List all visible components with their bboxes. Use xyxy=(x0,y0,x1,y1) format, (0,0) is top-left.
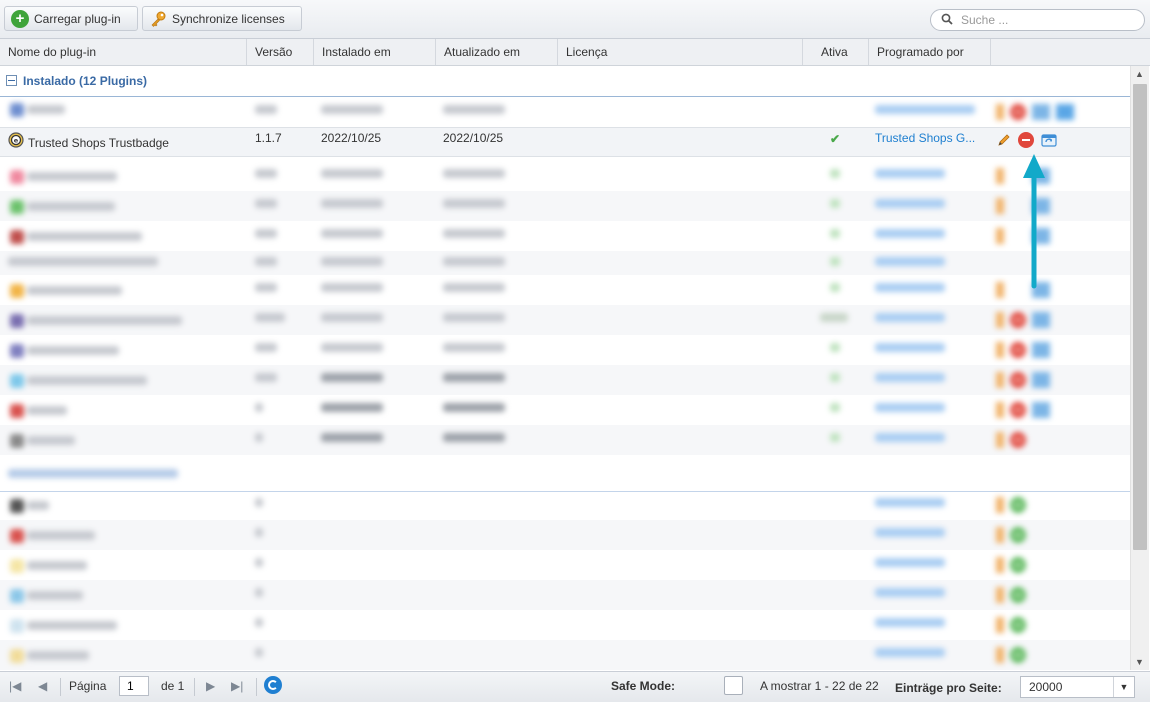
table-row[interactable] xyxy=(0,550,1130,580)
table-row[interactable] xyxy=(0,251,1130,275)
table-row[interactable] xyxy=(0,610,1130,640)
table-row[interactable] xyxy=(0,425,1130,455)
column-header-updated[interactable]: Atualizado em xyxy=(436,39,558,65)
chevron-down-icon[interactable]: ▼ xyxy=(1113,677,1134,697)
trustbadge-icon: e xyxy=(8,129,24,159)
column-header-author[interactable]: Programado por xyxy=(869,39,991,65)
toolbar: + Carregar plug-in Synchronize licenses xyxy=(0,0,1150,39)
column-header-name[interactable]: Nome do plug-in xyxy=(0,39,247,65)
scroll-up-icon[interactable]: ▲ xyxy=(1135,69,1144,79)
table-row[interactable] xyxy=(0,520,1130,550)
grid-header: Nome do plug-in Versão Instalado em Atua… xyxy=(0,39,1150,66)
sync-licenses-button[interactable]: Synchronize licenses xyxy=(142,6,302,31)
annotation-arrow xyxy=(1022,152,1046,292)
page-count-label: de 1 xyxy=(161,679,185,693)
table-row[interactable] xyxy=(0,191,1130,221)
table-row[interactable] xyxy=(0,490,1130,520)
column-header-active[interactable]: Ativa xyxy=(803,39,869,65)
group-header-installed[interactable]: Instalado (12 Plugins) xyxy=(0,66,1130,97)
next-page-icon[interactable]: ▶ xyxy=(206,679,215,693)
search-input[interactable] xyxy=(959,12,1133,28)
group-header-uninstalled[interactable] xyxy=(0,461,1130,492)
table-row-selected[interactable]: e Trusted Shops Trustbadge 1.1.7 2022/10… xyxy=(0,127,1130,157)
key-icon xyxy=(149,10,167,28)
page-label: Página xyxy=(69,679,107,693)
prev-page-icon[interactable]: ◀ xyxy=(38,679,47,693)
scroll-thumb[interactable] xyxy=(1133,84,1147,550)
plugin-name: Trusted Shops Trustbadge xyxy=(28,136,169,150)
scroll-down-icon[interactable]: ▼ xyxy=(1135,657,1144,667)
svg-text:e: e xyxy=(14,136,19,144)
table-row[interactable] xyxy=(0,275,1130,305)
refresh-icon[interactable] xyxy=(264,676,282,694)
uninstall-icon[interactable] xyxy=(1018,132,1034,148)
plugin-updated-date: 2022/10/25 xyxy=(443,131,504,145)
plugin-icon xyxy=(10,97,66,127)
safe-mode-checkbox[interactable] xyxy=(724,676,743,695)
showing-range-label: A mostrar 1 - 22 de 22 xyxy=(760,679,879,693)
update-icon[interactable] xyxy=(1040,132,1058,148)
entries-per-page-value: 20000 xyxy=(1029,680,1063,694)
table-row[interactable] xyxy=(0,161,1130,191)
table-row[interactable] xyxy=(0,640,1130,670)
plugin-grid: Instalado (12 Plugins) e Trusted Shops T… xyxy=(0,66,1130,670)
table-row[interactable] xyxy=(0,97,1130,127)
plus-icon: + xyxy=(11,9,29,28)
plugin-version: 1.1.7 xyxy=(255,131,282,145)
last-page-icon[interactable]: ▶| xyxy=(231,679,243,693)
entries-per-page-select[interactable]: 20000 ▼ xyxy=(1020,676,1135,698)
table-row[interactable] xyxy=(0,305,1130,335)
collapse-icon[interactable] xyxy=(6,75,17,86)
column-header-version[interactable]: Versão xyxy=(247,39,314,65)
table-row[interactable] xyxy=(0,365,1130,395)
group-installed-label: Instalado (12 Plugins) xyxy=(23,74,148,88)
column-header-actions xyxy=(991,39,1150,65)
paging-toolbar: |◀ ◀ Página de 1 ▶ ▶| Safe Mode: A mostr… xyxy=(0,671,1150,702)
plugin-author-link[interactable]: Trusted Shops G... xyxy=(875,128,975,158)
page-number-input[interactable] xyxy=(119,676,149,696)
table-row[interactable] xyxy=(0,580,1130,610)
table-row[interactable] xyxy=(0,335,1130,365)
column-header-license[interactable]: Licença xyxy=(558,39,803,65)
vertical-scrollbar[interactable]: ▲ ▼ xyxy=(1130,66,1149,670)
active-check-icon: ✔ xyxy=(830,132,841,146)
table-row[interactable] xyxy=(0,395,1130,425)
plugin-installed-date: 2022/10/25 xyxy=(321,131,382,145)
search-icon xyxy=(941,13,953,28)
upload-plugin-button[interactable]: + Carregar plug-in xyxy=(4,6,138,31)
edit-pencil-icon[interactable] xyxy=(996,132,1012,148)
search-box[interactable] xyxy=(930,9,1145,31)
row-actions xyxy=(996,97,1074,127)
sync-licenses-label: Synchronize licenses xyxy=(172,11,285,26)
entries-per-page-label: Einträge pro Seite: xyxy=(895,681,1002,695)
safe-mode-label: Safe Mode: xyxy=(611,679,676,693)
table-row[interactable] xyxy=(0,221,1130,251)
upload-plugin-label: Carregar plug-in xyxy=(34,11,121,26)
first-page-icon[interactable]: |◀ xyxy=(9,679,21,693)
row-actions xyxy=(996,125,1058,155)
plugin-name-cell: e Trusted Shops Trustbadge xyxy=(8,128,169,158)
column-header-installed[interactable]: Instalado em xyxy=(314,39,436,65)
